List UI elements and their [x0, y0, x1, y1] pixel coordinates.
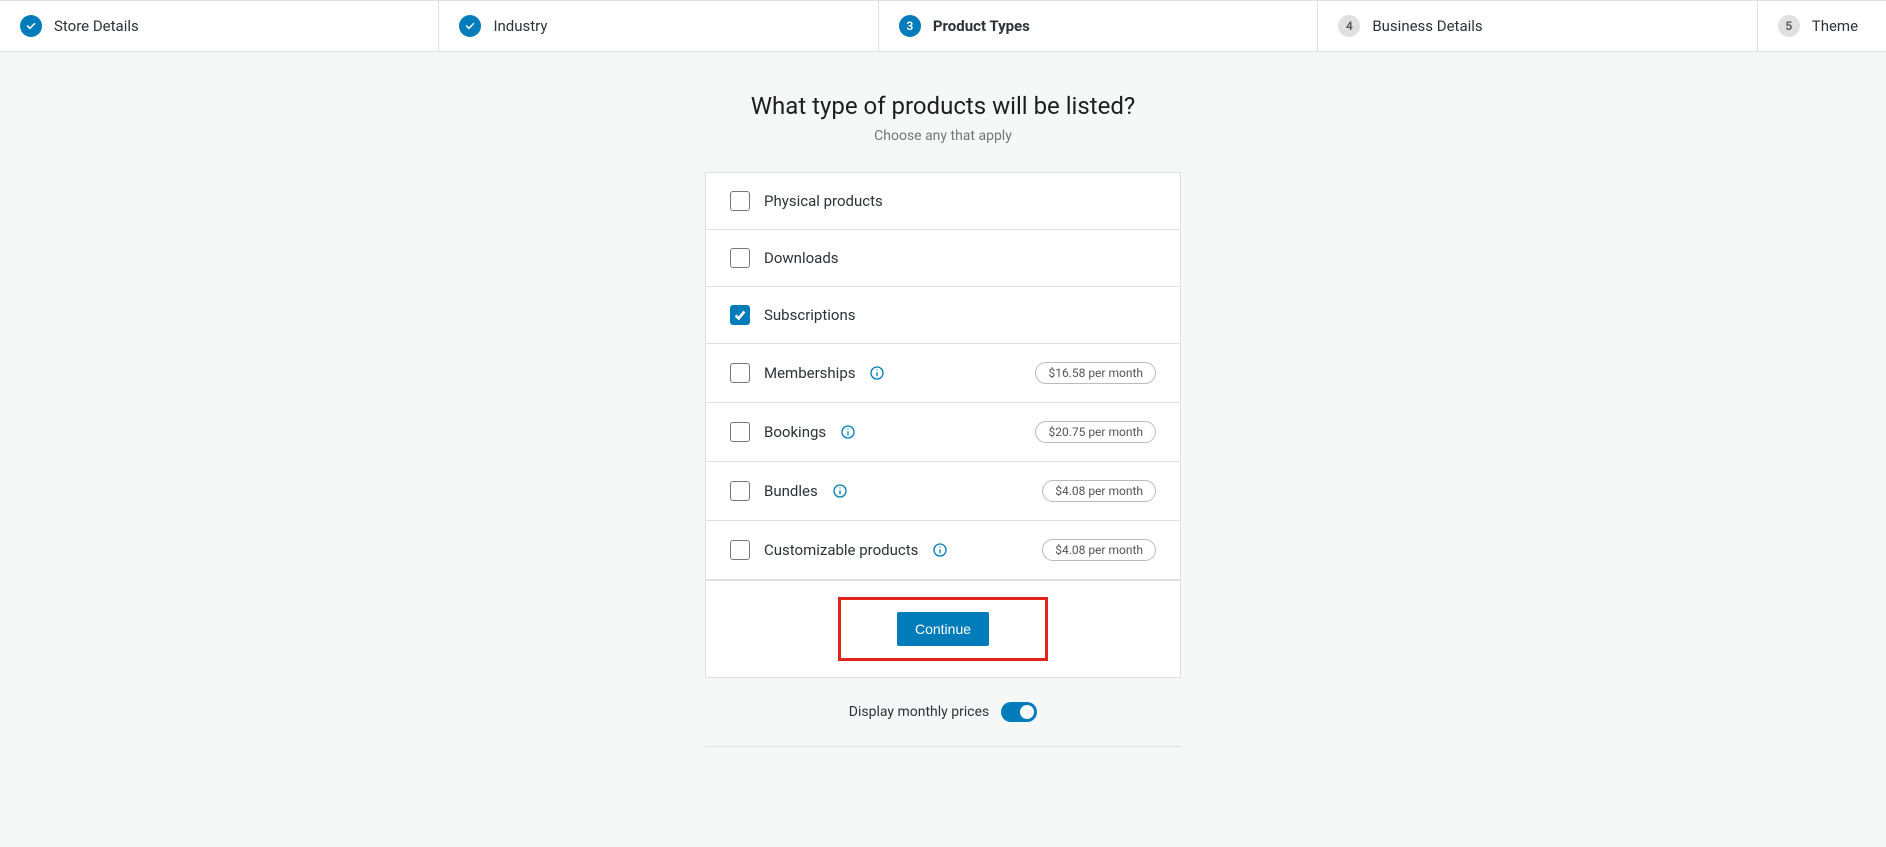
- checkbox-physical[interactable]: [730, 191, 750, 211]
- option-label: Memberships: [764, 364, 855, 382]
- option-downloads[interactable]: Downloads: [706, 230, 1180, 287]
- divider: [705, 746, 1181, 747]
- option-label: Customizable products: [764, 541, 918, 559]
- option-bookings[interactable]: Bookings $20.75 per month: [706, 403, 1180, 462]
- price-pill: $20.75 per month: [1035, 421, 1156, 443]
- checkbox-customizable[interactable]: [730, 540, 750, 560]
- highlight-box: Continue: [838, 597, 1048, 661]
- info-icon[interactable]: [869, 365, 885, 381]
- info-icon[interactable]: [840, 424, 856, 440]
- step-label: Theme: [1812, 17, 1858, 35]
- main-content: What type of products will be listed? Ch…: [0, 52, 1886, 767]
- step-industry[interactable]: Industry: [439, 1, 878, 51]
- option-label: Physical products: [764, 192, 883, 210]
- check-icon: [459, 15, 481, 37]
- info-icon[interactable]: [932, 542, 948, 558]
- price-pill: $16.58 per month: [1035, 362, 1156, 384]
- checkbox-bookings[interactable]: [730, 422, 750, 442]
- option-customizable[interactable]: Customizable products $4.08 per month: [706, 521, 1180, 580]
- info-icon[interactable]: [832, 483, 848, 499]
- step-store-details[interactable]: Store Details: [0, 1, 439, 51]
- step-label: Business Details: [1372, 17, 1482, 35]
- monthly-prices-toggle-row: Display monthly prices: [849, 702, 1037, 722]
- check-icon: [20, 15, 42, 37]
- wizard-stepper: Store Details Industry 3 Product Types 4…: [0, 0, 1886, 52]
- step-label: Product Types: [933, 17, 1030, 35]
- checkbox-bundles[interactable]: [730, 481, 750, 501]
- continue-button[interactable]: Continue: [897, 612, 989, 646]
- page-title: What type of products will be listed?: [751, 92, 1135, 120]
- step-product-types[interactable]: 3 Product Types: [879, 1, 1318, 51]
- option-physical[interactable]: Physical products: [706, 173, 1180, 230]
- price-pill: $4.08 per month: [1042, 480, 1156, 502]
- option-label: Downloads: [764, 249, 839, 267]
- option-bundles[interactable]: Bundles $4.08 per month: [706, 462, 1180, 521]
- step-theme[interactable]: 5 Theme: [1758, 1, 1886, 51]
- checkbox-memberships[interactable]: [730, 363, 750, 383]
- toggle-label: Display monthly prices: [849, 704, 989, 720]
- page-subtitle: Choose any that apply: [874, 128, 1012, 144]
- monthly-prices-toggle[interactable]: [1001, 702, 1037, 722]
- option-label: Bookings: [764, 423, 826, 441]
- step-number-badge: 5: [1778, 15, 1800, 37]
- step-business-details[interactable]: 4 Business Details: [1318, 1, 1757, 51]
- checkbox-downloads[interactable]: [730, 248, 750, 268]
- checkbox-subscriptions[interactable]: [730, 305, 750, 325]
- card-footer: Continue: [706, 580, 1180, 677]
- step-label: Store Details: [54, 17, 139, 35]
- step-label: Industry: [493, 17, 547, 35]
- option-memberships[interactable]: Memberships $16.58 per month: [706, 344, 1180, 403]
- price-pill: $4.08 per month: [1042, 539, 1156, 561]
- option-subscriptions[interactable]: Subscriptions: [706, 287, 1180, 344]
- step-number-badge: 3: [899, 15, 921, 37]
- option-label: Subscriptions: [764, 306, 855, 324]
- product-types-card: Physical products Downloads Subscription…: [705, 172, 1181, 678]
- step-number-badge: 4: [1338, 15, 1360, 37]
- option-label: Bundles: [764, 482, 818, 500]
